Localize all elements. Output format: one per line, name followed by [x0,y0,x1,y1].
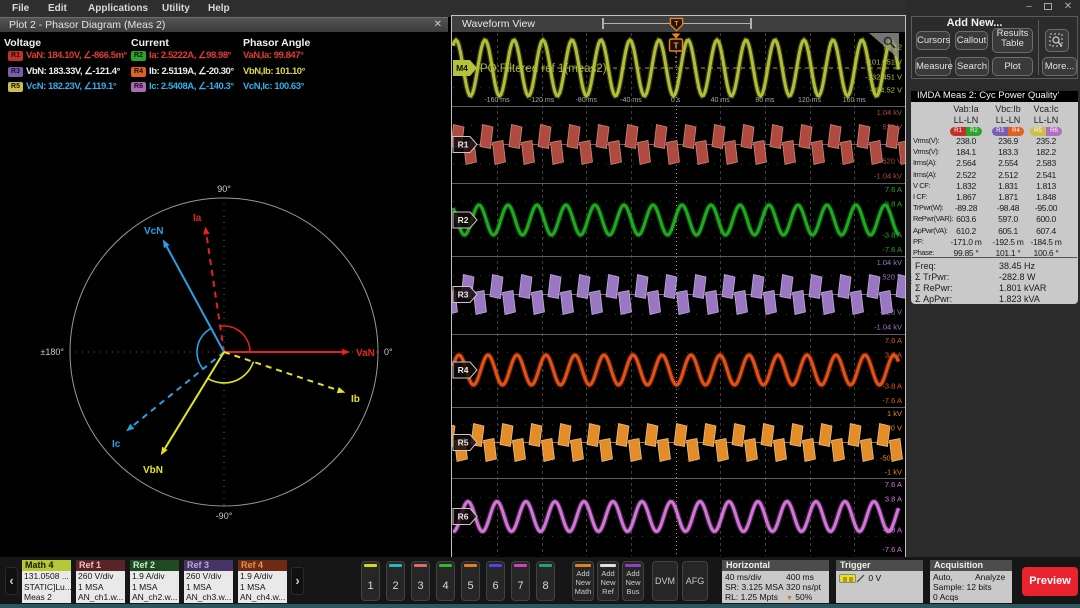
svg-text:Ic: Ic [112,439,121,450]
svg-text:-132.451 V: -132.451 V [865,73,902,82]
svg-text:3.8 A: 3.8 A [885,200,902,209]
svg-text:7.6 A: 7.6 A [885,185,902,194]
svg-text:3.8 A: 3.8 A [885,495,902,504]
svg-text:PQ:Filtered ref 1(meas2): PQ:Filtered ref 1(meas2) [480,63,607,75]
svg-text:M4: M4 [456,63,468,73]
svg-text:-7.6 A: -7.6 A [882,396,902,405]
svg-text:R1: R1 [458,140,469,150]
svg-text:-520 V: -520 V [880,308,902,317]
svg-text:0°: 0° [384,347,393,357]
svg-text:R3: R3 [458,290,469,300]
svg-text:520 V: 520 V [882,273,902,282]
svg-text:-394.52 V: -394.52 V [869,86,902,95]
svg-text:500 V: 500 V [882,424,902,433]
svg-text:-120 ms: -120 ms [529,97,555,104]
svg-text:-3.8 A: -3.8 A [882,382,902,391]
svg-text:R4: R4 [458,365,469,375]
svg-text:-500 V: -500 V [880,454,902,463]
svg-text:VbN: VbN [143,465,163,476]
svg-text:1 kV: 1 kV [887,409,902,418]
svg-text:-1.04 kV: -1.04 kV [874,172,902,181]
svg-text:-160 ms: -160 ms [484,97,510,104]
svg-text:R2: R2 [458,215,469,225]
svg-text:T: T [675,21,679,28]
svg-text:7.6 A: 7.6 A [885,336,902,345]
svg-text:1.04 kV: 1.04 kV [877,258,902,267]
svg-text:1.04 kV: 1.04 kV [877,108,902,117]
svg-text:-3.8 A: -3.8 A [882,526,902,535]
svg-text:40 ms: 40 ms [711,97,731,104]
svg-text:-1 kV: -1 kV [884,468,902,477]
svg-text:R6: R6 [458,512,469,522]
svg-text:-520 V: -520 V [880,157,902,166]
svg-text:R5: R5 [458,438,469,448]
svg-text:3.8 A: 3.8 A [885,351,902,360]
svg-text:-7.6 A: -7.6 A [882,245,902,254]
svg-text:±180°: ±180° [40,347,64,357]
svg-text:-1.04 kV: -1.04 kV [874,323,902,332]
svg-text:7.6 A: 7.6 A [885,480,902,489]
svg-text:VaN: VaN [356,348,375,359]
svg-text:Ia: Ia [193,213,202,224]
svg-text:93.12: 93.12 [883,43,902,52]
svg-text:-3.8 A: -3.8 A [882,231,902,240]
svg-text:-90°: -90° [216,511,233,521]
svg-text:90°: 90° [217,184,231,194]
svg-text:Ib: Ib [351,394,360,405]
svg-text:-40 ms: -40 ms [620,97,642,104]
svg-text:VcN: VcN [144,226,163,237]
svg-text:80 ms: 80 ms [755,97,775,104]
svg-text:-7.6 A: -7.6 A [882,545,902,554]
svg-text:520 V: 520 V [882,123,902,132]
svg-text:T: T [673,41,679,51]
svg-text:-101.051 V: -101.051 V [865,58,902,67]
